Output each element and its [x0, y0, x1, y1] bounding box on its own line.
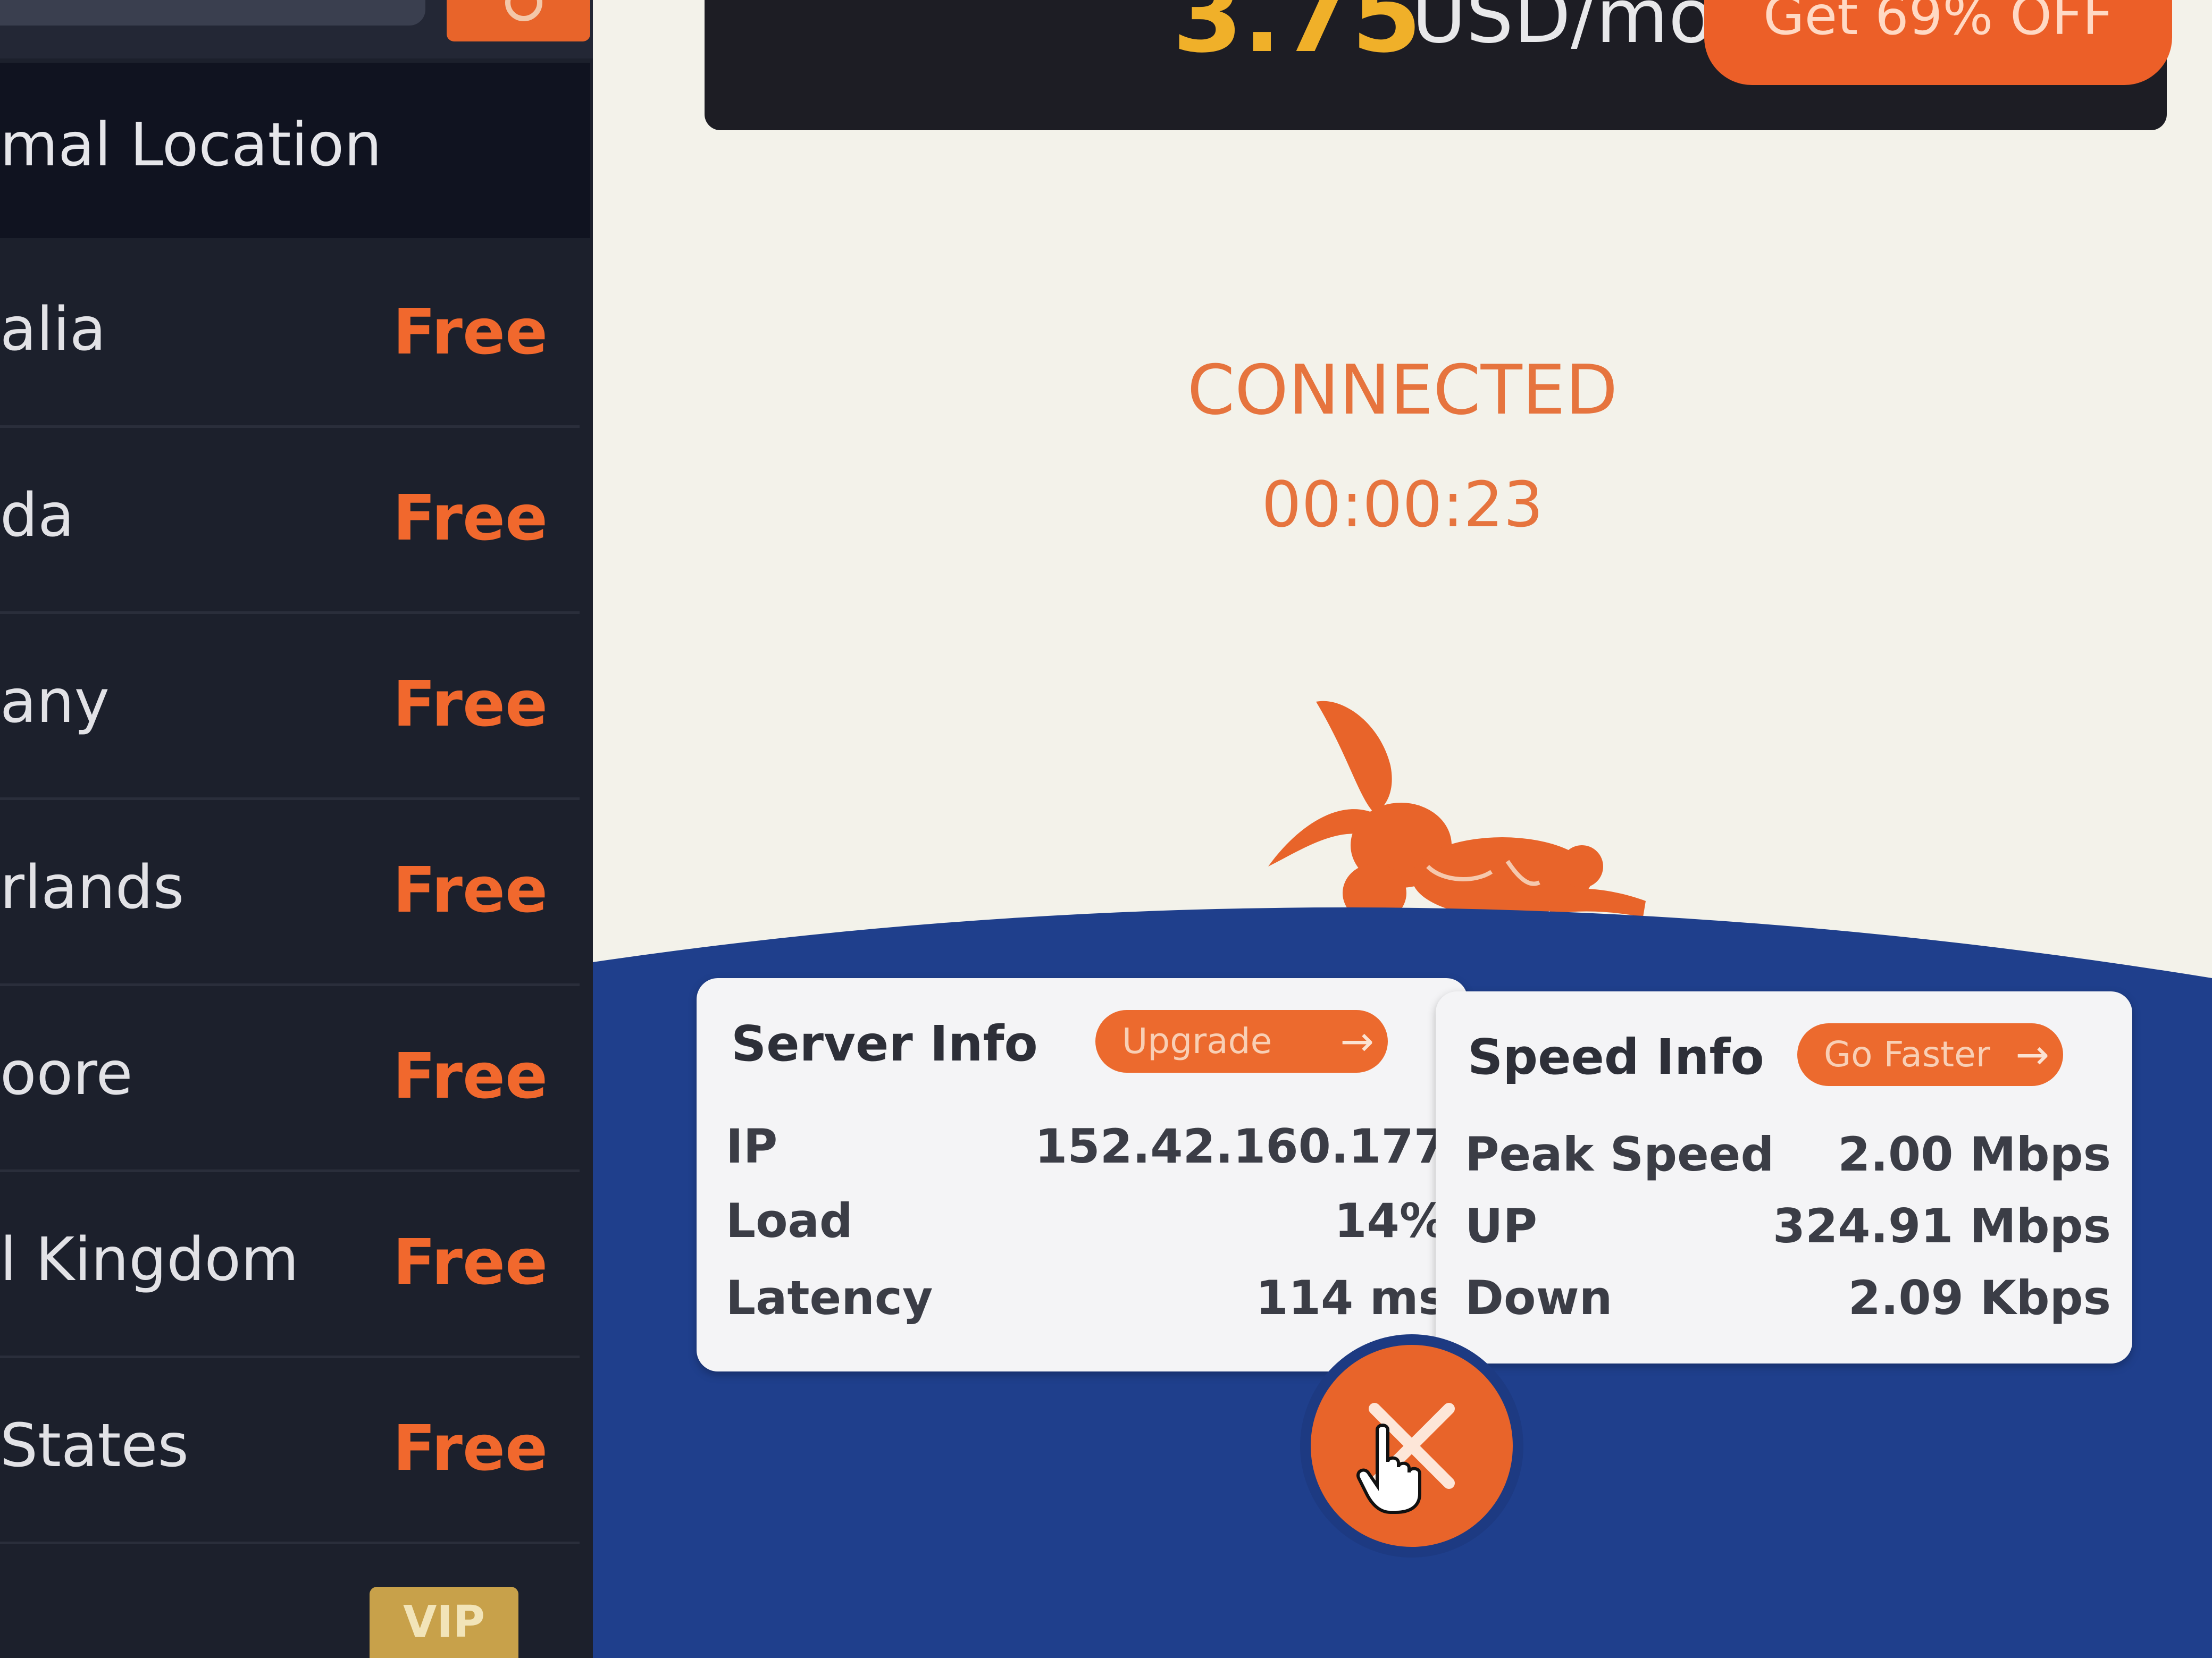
server-name: l Kingdom — [0, 1225, 299, 1294]
server-row[interactable]: da Free — [0, 428, 580, 614]
download-label: Down — [1465, 1270, 1613, 1325]
go-faster-button[interactable]: Go Faster → — [1797, 1023, 2063, 1086]
upgrade-button[interactable]: Upgrade → — [1095, 1010, 1388, 1073]
load-value: 14% — [1334, 1193, 1446, 1248]
download-value: 2.09 Kbps — [1848, 1270, 2111, 1325]
server-name: rlands — [0, 853, 185, 922]
server-name: oore — [0, 1039, 133, 1108]
free-tag: Free — [392, 1411, 548, 1485]
vip-badge: VIP — [370, 1587, 518, 1658]
latency-value: 114 ms — [1255, 1270, 1446, 1325]
promo-price: 3.75 — [1172, 0, 1422, 75]
rabbit-mascot — [1268, 701, 1646, 922]
server-sidebar: mal Location alia Free da Free any Free … — [0, 0, 593, 1658]
free-tag: Free — [392, 481, 548, 554]
server-name: any — [0, 667, 110, 736]
free-tag: Free — [392, 667, 548, 740]
server-name: alia — [0, 295, 106, 364]
load-label: Load — [726, 1193, 853, 1248]
upload-label: UP — [1465, 1199, 1537, 1253]
arrow-right-icon: → — [2015, 1031, 2049, 1078]
connection-status: CONNECTED — [1187, 351, 1618, 430]
free-tag: Free — [392, 1225, 548, 1299]
server-row[interactable]: l Kingdom Free — [0, 1172, 580, 1358]
go-faster-label: Go Faster — [1824, 1034, 1990, 1075]
upload-value: 324.91 Mbps — [1772, 1199, 2111, 1253]
server-row[interactable]: rlands Free — [0, 800, 580, 986]
server-row[interactable]: States Free — [0, 1358, 580, 1544]
hand-pointer-icon — [1356, 1424, 1421, 1514]
arrow-right-icon: → — [1340, 1017, 1374, 1065]
ip-label: IP — [726, 1119, 778, 1174]
deal-button[interactable]: Get 69% OFF — [1704, 0, 2172, 85]
free-tag: Free — [392, 853, 548, 927]
optimal-location-item[interactable]: mal Location — [0, 63, 590, 238]
speed-info-title: Speed Info — [1468, 1029, 1764, 1085]
server-row[interactable]: alia Free — [0, 242, 580, 428]
server-name: States — [0, 1411, 189, 1480]
server-row[interactable]: oore Free — [0, 986, 580, 1172]
sidebar-top-strip — [0, 0, 593, 58]
peak-speed-value: 2.00 Mbps — [1838, 1127, 2111, 1182]
refresh-icon — [505, 0, 542, 21]
free-tag: Free — [392, 295, 548, 368]
promo-banner[interactable]: 3.75 USD/mo Get 69% OFF — [705, 0, 2172, 130]
server-row[interactable]: any Free — [0, 614, 580, 800]
server-name: da — [0, 481, 74, 550]
server-info-title: Server Info — [731, 1015, 1038, 1072]
main-panel: 3.75 USD/mo Get 69% OFF CONNECTED 00:00:… — [593, 0, 2212, 1658]
free-tag: Free — [392, 1039, 548, 1113]
refresh-button[interactable] — [447, 0, 590, 41]
speed-info-card: Speed Info Go Faster → Peak Speed 2.00 M… — [1436, 991, 2132, 1364]
upgrade-label: Upgrade — [1122, 1021, 1272, 1062]
connection-timer: 00:00:23 — [1261, 468, 1544, 541]
peak-speed-label: Peak Speed — [1465, 1127, 1774, 1182]
promo-unit: USD/mo — [1412, 0, 1714, 60]
ip-value: 152.42.160.177 — [1035, 1119, 1446, 1174]
latency-label: Latency — [726, 1270, 933, 1325]
optimal-location-label: mal Location — [0, 111, 382, 180]
search-bar[interactable] — [0, 0, 425, 26]
server-info-card: Server Info Upgrade → IP 152.42.160.177 … — [697, 978, 1468, 1371]
